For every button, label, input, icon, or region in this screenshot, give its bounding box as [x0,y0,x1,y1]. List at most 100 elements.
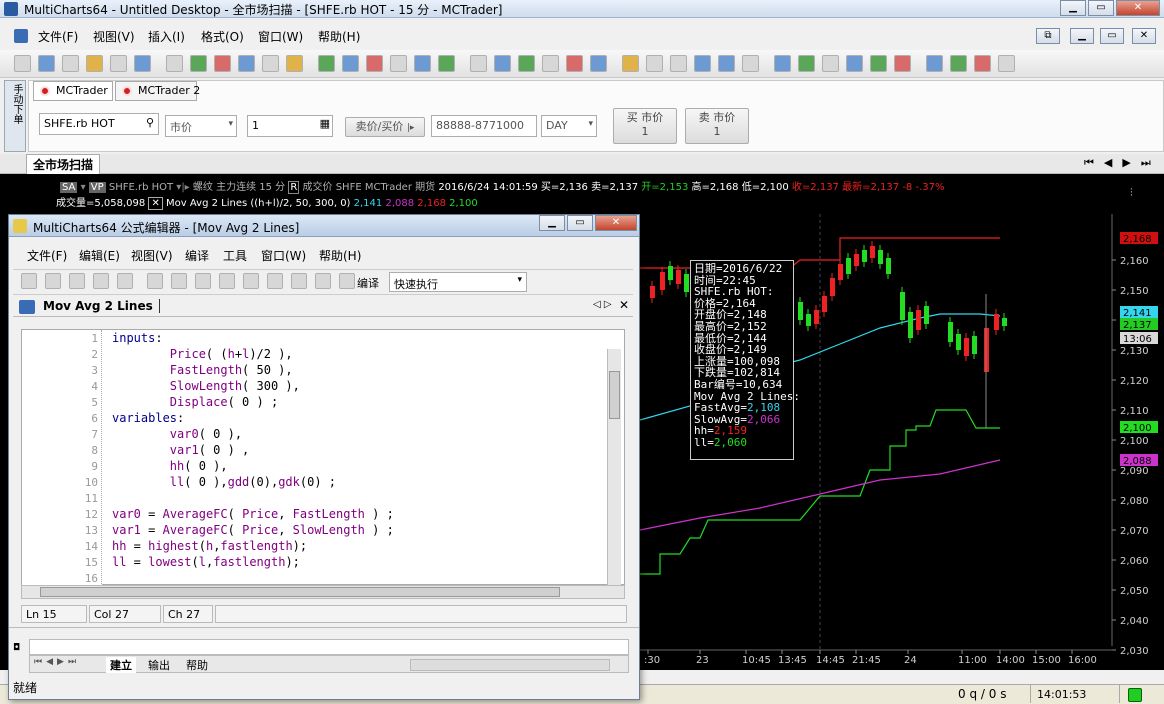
doc-tab-arrows[interactable]: ◁ ▷ [593,299,612,310]
menu-file[interactable]: 文件(F) [38,28,78,45]
toolbar-button-18[interactable] [414,55,431,72]
toolbar-button-16[interactable] [366,55,383,72]
toolbar-button-21[interactable] [470,55,487,72]
editor-toolbar-button-8[interactable] [219,273,235,289]
close-button[interactable]: ✕ [1116,0,1160,16]
editor-toolbar-button-10[interactable] [267,273,283,289]
toolbar-button-28[interactable] [622,55,639,72]
toolbar-button-9[interactable] [214,55,231,72]
menu-window[interactable]: 窗口(W) [258,28,303,45]
editor-menu-item-0[interactable]: 文件(F) [27,247,67,264]
doc-close-icon[interactable]: ✕ [619,298,629,312]
toolbar-button-22[interactable] [494,55,511,72]
editor-toolbar-button-0[interactable] [21,273,37,289]
tab-mctrader[interactable]: MCTrader [33,81,113,101]
toolbar-button-14[interactable] [318,55,335,72]
tab-market-scan[interactable]: 全市场扫描 [26,154,101,174]
minimize-button[interactable]: ▁ [1060,0,1086,16]
symbol-input[interactable]: SHFE.rb HOT ⚲ [39,113,159,135]
toolbar-button-10[interactable] [238,55,255,72]
output-tab-arrows[interactable]: ⏮◀▶⏭ [34,657,80,667]
toolbar-button-37[interactable] [822,55,839,72]
scrollbar-thumb[interactable] [40,587,560,597]
manual-order-side-tab[interactable]: 手动下单 [4,80,26,152]
toolbar-button-32[interactable] [718,55,735,72]
toolbar-button-7[interactable] [166,55,183,72]
editor-menu-item-2[interactable]: 视图(V) [131,247,173,264]
order-type-select[interactable]: 市价 ▾ [165,115,237,137]
toolbar-button-24[interactable] [542,55,559,72]
editor-toolbar-button-7[interactable] [195,273,211,289]
editor-toolbar-button-3[interactable] [93,273,109,289]
toolbar-button-35[interactable] [774,55,791,72]
compile-button[interactable]: 编译 [357,275,379,291]
editor-menu-item-5[interactable]: 窗口(W) [261,247,306,264]
toolbar-button-31[interactable] [694,55,711,72]
editor-toolbar-button-5[interactable] [147,273,163,289]
toolbar-button-25[interactable] [566,55,583,72]
tab-help[interactable]: 帮助 [186,657,208,673]
account-select[interactable]: 88888-8771000 [431,115,537,137]
mdi-close-button[interactable]: ✕ [1132,28,1156,44]
toolbar-button-15[interactable] [342,55,359,72]
quantity-stepper[interactable]: 1 ▦ [247,115,333,137]
toolbar-button-33[interactable] [742,55,759,72]
editor-toolbar-button-11[interactable] [291,273,307,289]
editor-toolbar-button-13[interactable] [339,273,355,289]
toolbar-button-0[interactable] [14,55,31,72]
toolbar-button-3[interactable] [86,55,103,72]
toolbar-button-2[interactable] [62,55,79,72]
editor-menu-item-4[interactable]: 工具 [223,247,247,264]
toolbar-button-29[interactable] [646,55,663,72]
tab-mctrader-2[interactable]: MCTrader 2 [115,81,200,101]
vscroll-thumb[interactable] [609,371,620,419]
menu-insert[interactable]: 插入(I) [148,28,185,45]
menu-help[interactable]: 帮助(H) [318,28,360,45]
horizontal-scrollbar[interactable] [21,585,625,599]
mdi-maximize-button[interactable]: ▭ [1100,28,1124,44]
toolbar-button-36[interactable] [798,55,815,72]
mdi-restore-button[interactable]: ⧉ [1036,28,1060,44]
sell-market-button[interactable]: 卖 市价 1 [685,108,749,144]
editor-menu-item-3[interactable]: 编译 [185,247,209,264]
sell-buy-price-button[interactable]: 卖价/买价 |▸ [345,117,425,137]
tab-mov-avg-2-lines[interactable]: Mov Avg 2 Lines [43,299,160,313]
calculator-icon[interactable]: ▦ [320,117,330,130]
menu-format[interactable]: 格式(O) [201,28,244,45]
editor-menu-item-1[interactable]: 编辑(E) [79,247,120,264]
tab-output[interactable]: 输出 [148,657,170,673]
toolbar-button-30[interactable] [670,55,687,72]
editor-toolbar-button-4[interactable] [117,273,133,289]
toolbar-button-5[interactable] [134,55,151,72]
toolbar-button-12[interactable] [286,55,303,72]
vertical-scrollbar[interactable] [607,349,621,585]
toolbar-button-19[interactable] [438,55,455,72]
toolbar-button-4[interactable] [110,55,127,72]
editor-toolbar-button-12[interactable] [315,273,331,289]
toolbar-button-40[interactable] [894,55,911,72]
output-hscrollbar[interactable] [410,659,610,671]
toolbar-button-39[interactable] [870,55,887,72]
tab-scroll-arrows[interactable]: ⏮◀▶⏭ [1084,156,1161,170]
editor-toolbar-button-1[interactable] [45,273,61,289]
output-pin-icon[interactable]: ◘ [13,643,23,653]
toolbar-button-17[interactable] [390,55,407,72]
mdi-minimize-button[interactable]: ▁ [1070,28,1094,44]
toolbar-button-45[interactable] [998,55,1015,72]
maximize-button[interactable]: ▭ [1088,0,1114,16]
editor-toolbar-button-6[interactable] [171,273,187,289]
editor-toolbar-button-9[interactable] [243,273,259,289]
buy-market-button[interactable]: 买 市价 1 [613,108,677,144]
code-editor[interactable]: 1 inputs: 2 Price( (h+l)/2 ), 3 FastLength(… [21,329,625,586]
search-icon[interactable]: ⚲ [146,116,154,129]
splitter[interactable] [9,627,639,629]
editor-maximize-button[interactable]: ▭ [567,215,593,231]
toolbar-button-23[interactable] [518,55,535,72]
toolbar-button-43[interactable] [950,55,967,72]
editor-menu-item-6[interactable]: 帮助(H) [319,247,361,264]
toolbar-button-38[interactable] [846,55,863,72]
toolbar-button-26[interactable] [590,55,607,72]
menu-view[interactable]: 视图(V) [93,28,135,45]
run-mode-select[interactable]: 快速执行 ▾ [389,272,527,292]
editor-close-button[interactable]: ✕ [595,215,637,231]
